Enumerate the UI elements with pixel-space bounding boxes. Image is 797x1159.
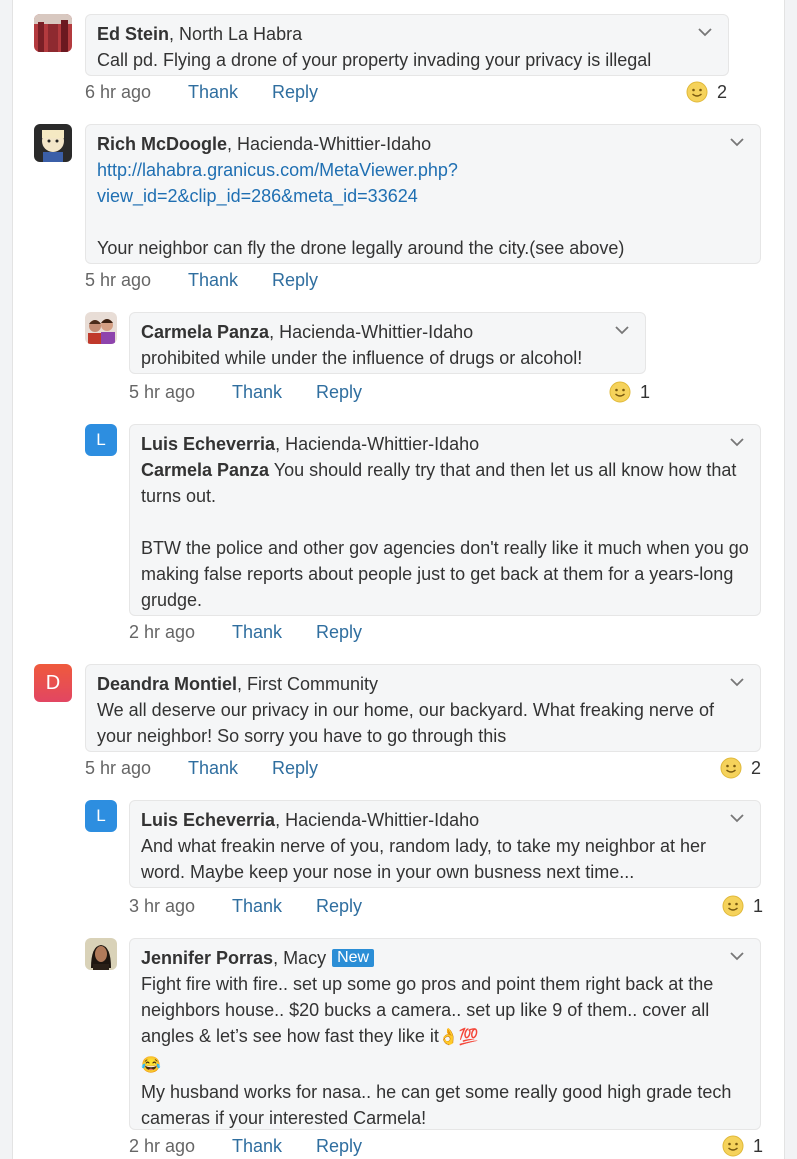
comment-actions: 5 hr ago Thank Reply [85, 268, 761, 292]
avatar[interactable]: L [85, 424, 117, 456]
reaction-summary[interactable]: 2 [686, 80, 727, 104]
smiley-icon [686, 81, 708, 103]
chevron-down-icon[interactable] [728, 135, 746, 149]
reply-button[interactable]: Reply [316, 380, 362, 404]
thank-button[interactable]: Thank [188, 756, 238, 780]
author-neighborhood: , Hacienda-Whittier-Idaho [227, 134, 432, 154]
comment-link[interactable]: http://lahabra.granicus.com/MetaViewer.p… [97, 160, 458, 180]
reply-button[interactable]: Reply [272, 268, 318, 292]
chevron-down-icon[interactable] [728, 435, 746, 449]
author-name[interactable]: Luis Echeverria [141, 810, 275, 830]
new-badge: New [332, 949, 375, 967]
smiley-icon [609, 381, 631, 403]
chevron-down-icon[interactable] [613, 323, 631, 337]
reaction-summary[interactable]: 1 [722, 1134, 763, 1158]
author-neighborhood: , North La Habra [169, 24, 303, 44]
comment-actions: 5 hr ago Thank Reply 2 [85, 756, 761, 780]
reaction-count: 1 [753, 896, 764, 916]
thank-button[interactable]: Thank [232, 1134, 282, 1158]
comment-text-continued: BTW the police and other gov agencies do… [141, 538, 749, 610]
author-neighborhood: , Hacienda-Whittier-Idaho [275, 810, 480, 830]
smiley-icon [720, 757, 742, 779]
avatar[interactable]: D [34, 664, 72, 702]
author-name[interactable]: Deandra Montiel [97, 674, 237, 694]
comment-actions: 6 hr ago Thank Reply 2 [85, 80, 729, 104]
comment-text: prohibited while under the influence of … [141, 348, 583, 368]
author-name[interactable]: Jennifer Porras [141, 948, 273, 968]
chevron-down-icon[interactable] [696, 25, 714, 39]
reply-button[interactable]: Reply [316, 1134, 362, 1158]
comment-bubble: Deandra Montiel, First Community We all … [85, 664, 761, 752]
reply-button[interactable]: Reply [272, 80, 318, 104]
comment-bubble: Luis Echeverria, Hacienda-Whittier-Idaho… [129, 800, 761, 888]
comment-link-continued[interactable]: view_id=2&clip_id=286&meta_id=33624 [97, 186, 418, 206]
chevron-down-icon[interactable] [728, 949, 746, 963]
timestamp: 5 hr ago [85, 758, 152, 778]
reaction-summary[interactable]: 1 [722, 894, 763, 918]
timestamp: 5 hr ago [85, 270, 152, 290]
comment-text: Fight fire with fire.. set up some go pr… [141, 974, 714, 1046]
comment-text-continued: My husband works for nasa.. he can get s… [141, 1082, 732, 1128]
comment-actions: 2 hr ago Thank Reply [129, 620, 761, 644]
reply-button[interactable]: Reply [272, 756, 318, 780]
avatar[interactable] [85, 938, 117, 970]
laughing-emoji: 😂 [141, 1057, 161, 1074]
avatar[interactable] [34, 124, 72, 162]
ok-hundred-emoji: 👌💯 [438, 1029, 479, 1046]
thank-button[interactable]: Thank [188, 268, 238, 292]
mention[interactable]: Carmela Panza [141, 460, 269, 480]
chevron-down-icon[interactable] [728, 675, 746, 689]
comment-bubble: Rich McDoogle, Hacienda-Whittier-Idaho h… [85, 124, 761, 264]
comment-bubble: Jennifer Porras, Macy New Fight fire with… [129, 938, 761, 1130]
reply-button[interactable]: Reply [316, 894, 362, 918]
comment-actions: 3 hr ago Thank Reply 1 [129, 894, 763, 918]
avatar-letter: L [96, 430, 106, 449]
timestamp: 2 hr ago [129, 1136, 196, 1156]
smiley-icon [722, 895, 744, 917]
author-neighborhood: , Hacienda-Whittier-Idaho [275, 434, 480, 454]
chevron-down-icon[interactable] [728, 811, 746, 825]
author-name[interactable]: Rich McDoogle [97, 134, 227, 154]
avatar[interactable] [34, 14, 72, 52]
comment-text: And what freakin nerve of you, random la… [141, 836, 706, 882]
author-name[interactable]: Carmela Panza [141, 322, 269, 342]
thank-button[interactable]: Thank [232, 380, 282, 404]
thank-button[interactable]: Thank [232, 894, 282, 918]
comment-actions: 5 hr ago Thank Reply 1 [129, 380, 650, 404]
author-neighborhood: , First Community [237, 674, 379, 694]
reaction-count: 1 [753, 1136, 764, 1156]
smiley-icon [722, 1135, 744, 1157]
comment-bubble: Carmela Panza, Hacienda-Whittier-Idaho p… [129, 312, 646, 374]
avatar[interactable] [85, 312, 117, 344]
timestamp: 6 hr ago [85, 82, 152, 102]
avatar-letter: L [96, 806, 106, 825]
reply-button[interactable]: Reply [316, 620, 362, 644]
reaction-count: 2 [717, 82, 728, 102]
reaction-summary[interactable]: 1 [609, 380, 650, 404]
author-neighborhood: , Macy [273, 948, 327, 968]
timestamp: 5 hr ago [129, 382, 196, 402]
timestamp: 3 hr ago [129, 896, 196, 916]
comment-text: We all deserve our privacy in our home, … [97, 700, 714, 746]
author-name[interactable]: Ed Stein [97, 24, 169, 44]
reaction-count: 2 [751, 758, 762, 778]
comment-text: Your neighbor can fly the drone legally … [97, 238, 625, 258]
reaction-count: 1 [640, 382, 651, 402]
timestamp: 2 hr ago [129, 622, 196, 642]
avatar[interactable]: L [85, 800, 117, 832]
avatar-letter: D [45, 671, 61, 694]
author-neighborhood: , Hacienda-Whittier-Idaho [269, 322, 474, 342]
comment-bubble: Luis Echeverria, Hacienda-Whittier-Idaho… [129, 424, 761, 616]
comment-text: Call pd. Flying a drone of your property… [97, 50, 652, 70]
thank-button[interactable]: Thank [188, 80, 238, 104]
thank-button[interactable]: Thank [232, 620, 282, 644]
reaction-summary[interactable]: 2 [720, 756, 761, 780]
comment-actions: 2 hr ago Thank Reply 1 [129, 1134, 763, 1158]
author-name[interactable]: Luis Echeverria [141, 434, 275, 454]
comment-bubble: Ed Stein, North La Habra Call pd. Flying… [85, 14, 729, 76]
